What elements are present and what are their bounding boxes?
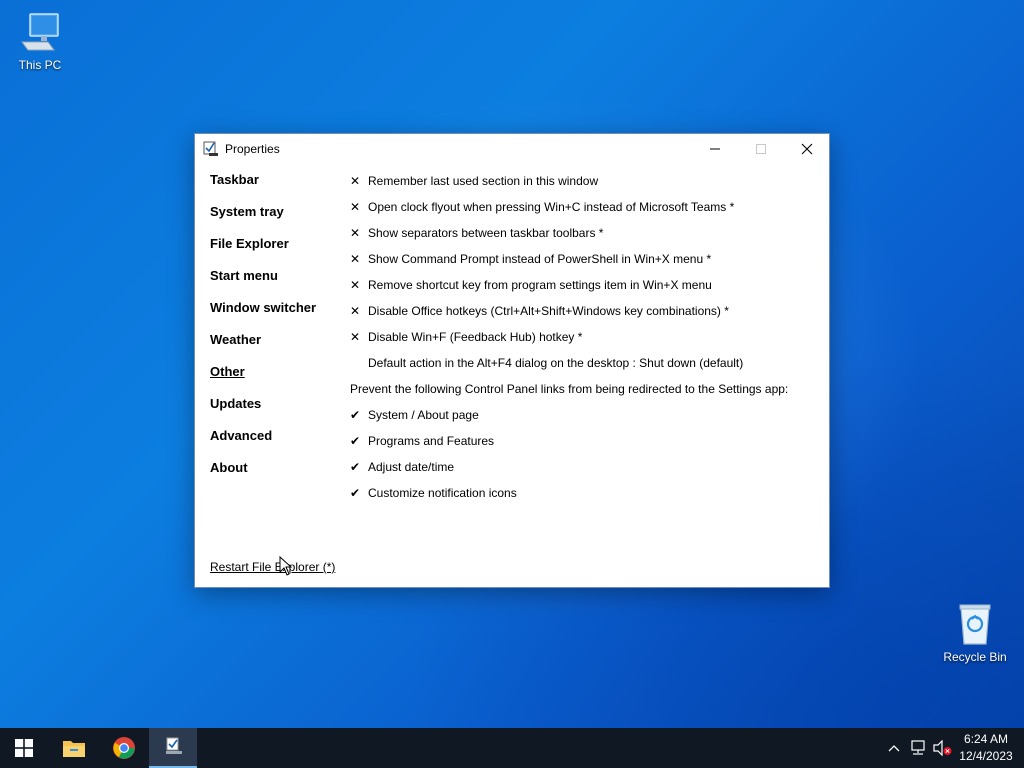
option-label: Programs and Features [368,434,495,448]
options-list: ✕ Remember last used section in this win… [350,168,820,506]
option-remove-shortcut-key[interactable]: ✕ Remove shortcut key from program setti… [350,272,820,298]
option-clock-flyout-win-c[interactable]: ✕ Open clock flyout when pressing Win+C … [350,194,820,220]
unchecked-x-icon: ✕ [350,226,361,240]
chevron-up-icon [888,745,900,752]
option-label: Disable Win+F (Feedback Hub) hotkey * [368,330,583,344]
option-label: Adjust date/time [368,460,455,474]
sidebar-item-start-menu[interactable]: Start menu [210,268,316,300]
volume-tray-button[interactable] [930,728,954,768]
sidebar-item-weather[interactable]: Weather [210,332,316,364]
taskbar: 6:24 AM 12/4/2023 [0,728,1024,768]
recycle-bin-label: Recycle Bin [943,650,1007,664]
maximize-button[interactable] [738,134,784,164]
unchecked-x-icon: ✕ [350,252,361,266]
minimize-icon [710,148,720,150]
option-label: System / About page [368,408,479,422]
option-disable-office-hotkeys[interactable]: ✕ Disable Office hotkeys (Ctrl+Alt+Shift… [350,298,820,324]
option-customize-notification-icons[interactable]: ✔ Customize notification icons [350,480,820,506]
network-icon [911,740,925,755]
taskbar-properties-button[interactable] [149,728,197,768]
properties-app-icon [166,737,182,754]
option-system-about-page[interactable]: ✔ System / About page [350,402,820,428]
checkmark-icon: ✔ [350,486,361,500]
option-label: Remove shortcut key from program setting… [368,278,712,292]
option-label: Remember last used section in this windo… [368,174,599,188]
sidebar-item-taskbar[interactable]: Taskbar [210,172,316,204]
option-label: Customize notification icons [368,486,517,500]
network-tray-button[interactable] [906,728,930,768]
sidebar-item-file-explorer[interactable]: File Explorer [210,236,316,268]
option-label: Show Command Prompt instead of PowerShel… [368,252,712,266]
start-button[interactable] [0,728,48,768]
checkmark-icon: ✔ [350,408,361,422]
clock-date: 12/4/2023 [959,749,1013,763]
unchecked-x-icon: ✕ [350,304,361,318]
properties-app-icon [203,141,219,157]
checkmark-icon: ✔ [350,460,361,474]
recycle-bin-desktop-icon[interactable]: Recycle Bin [937,602,1013,664]
option-taskbar-separators[interactable]: ✕ Show separators between taskbar toolba… [350,220,820,246]
option-label: Show separators between taskbar toolbars… [368,226,604,240]
this-pc-desktop-icon[interactable]: This PC [2,10,78,72]
option-disable-win-f[interactable]: ✕ Disable Win+F (Feedback Hub) hotkey * [350,324,820,350]
option-label: Open clock flyout when pressing Win+C in… [368,200,735,214]
option-label: Disable Office hotkeys (Ctrl+Alt+Shift+W… [368,304,729,318]
unchecked-x-icon: ✕ [350,200,361,214]
restart-file-explorer-link[interactable]: Restart File Explorer (*) [210,560,335,574]
unchecked-x-icon: ✕ [350,330,361,344]
option-alt-f4-default-action[interactable]: Default action in the Alt+F4 dialog on t… [350,350,820,376]
taskbar-chrome-button[interactable] [100,728,148,768]
recycle-bin-icon [953,602,997,646]
window-title: Properties [225,142,280,156]
taskbar-file-explorer-button[interactable] [50,728,98,768]
option-label: Default action in the Alt+F4 dialog on t… [368,356,744,370]
checkmark-icon: ✔ [350,434,361,448]
option-command-prompt-winx[interactable]: ✕ Show Command Prompt instead of PowerSh… [350,246,820,272]
windows-logo-icon [15,739,33,757]
sidebar-item-other[interactable]: Other [210,364,316,396]
sidebar-item-system-tray[interactable]: System tray [210,204,316,236]
folder-icon [63,741,85,757]
sidebar-item-window-switcher[interactable]: Window switcher [210,300,316,332]
properties-window: Properties Taskbar System tray File Expl… [194,133,830,588]
sidebar-item-about[interactable]: About [210,460,316,492]
show-hidden-icons-button[interactable] [884,728,904,768]
option-programs-and-features[interactable]: ✔ Programs and Features [350,428,820,454]
sidebar-item-advanced[interactable]: Advanced [210,428,316,460]
heading-label: Prevent the following Control Panel link… [350,382,789,396]
clock-time: 6:24 AM [963,732,1009,746]
section-sidebar: Taskbar System tray File Explorer Start … [210,172,316,492]
computer-icon [18,10,62,54]
mouse-pointer-icon [279,555,293,581]
option-remember-last-section[interactable]: ✕ Remember last used section in this win… [350,168,820,194]
chrome-icon [113,737,135,759]
minimize-button[interactable] [692,134,738,164]
unchecked-x-icon: ✕ [350,174,361,188]
close-button[interactable] [784,134,830,164]
maximize-icon [756,144,766,154]
sidebar-item-updates[interactable]: Updates [210,396,316,428]
taskbar-clock[interactable]: 6:24 AM 12/4/2023 [955,731,1017,765]
option-adjust-date-time[interactable]: ✔ Adjust date/time [350,454,820,480]
unchecked-x-icon: ✕ [350,278,361,292]
volume-muted-icon [933,740,952,756]
window-titlebar[interactable]: Properties [195,134,829,164]
control-panel-links-heading: Prevent the following Control Panel link… [350,376,820,402]
this-pc-label: This PC [18,58,62,72]
close-icon [801,143,813,155]
